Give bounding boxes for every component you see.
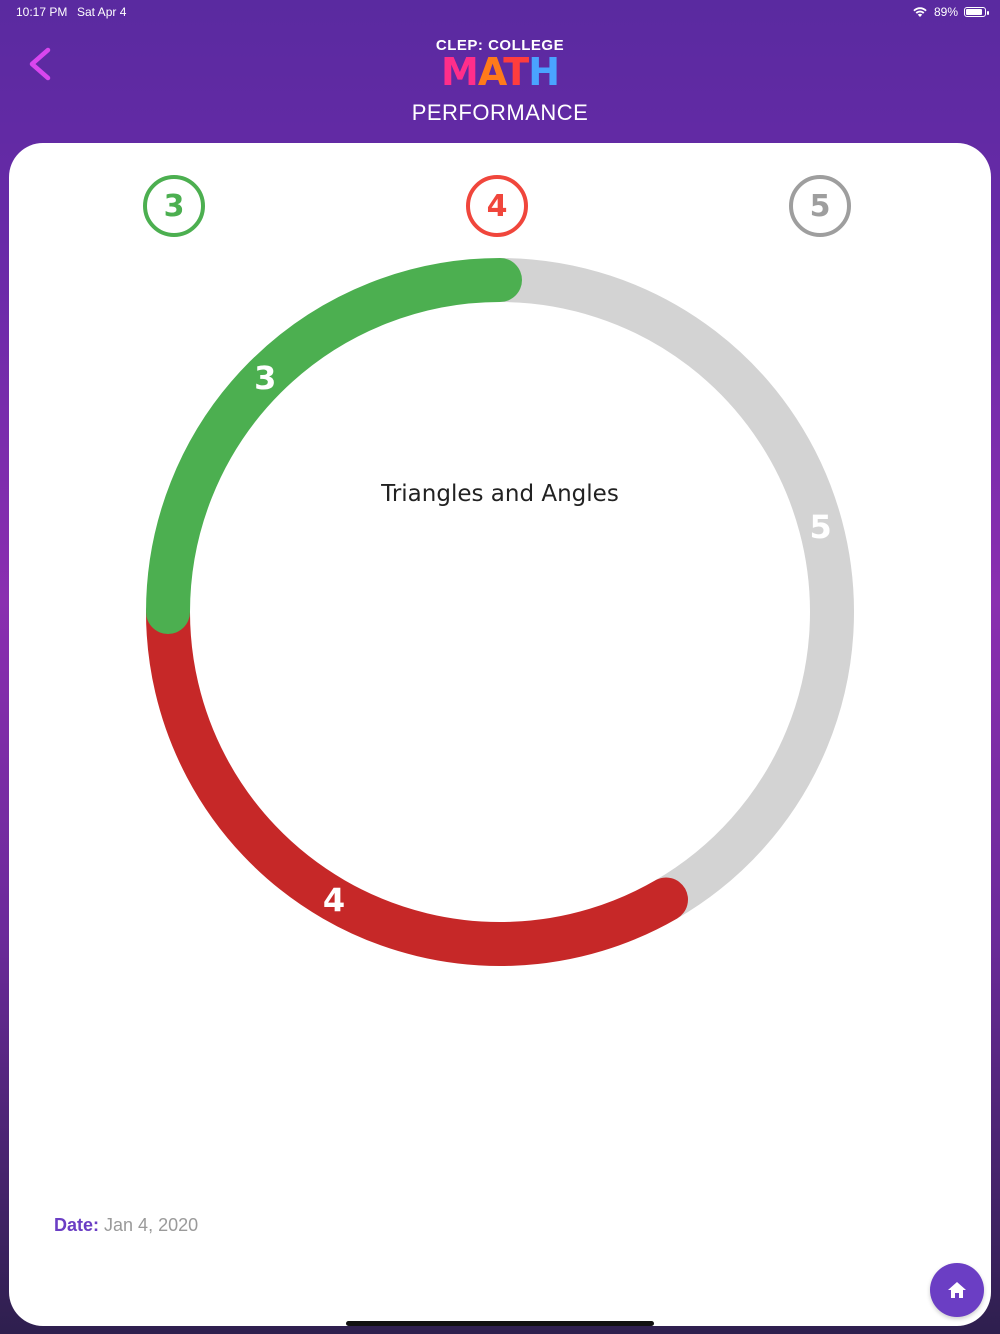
logo-letter-a: A — [477, 50, 504, 94]
date-value: Jan 4, 2020 — [104, 1215, 199, 1235]
date-label: Date: — [54, 1215, 100, 1235]
status-bar: 10:17 PM Sat Apr 4 89% — [0, 0, 1000, 24]
chart-title: Triangles and Angles — [380, 481, 619, 507]
donut-chart: 3 4 5 Triangles and Angles — [146, 258, 854, 966]
battery-icon — [964, 7, 989, 17]
logo-letter-h: H — [528, 50, 560, 94]
donut-segment-3 — [146, 258, 522, 634]
status-date: Sat Apr 4 — [77, 5, 127, 19]
date-row: Date: Jan 4, 2020 — [54, 1215, 198, 1236]
donut-label-3: 3 — [254, 359, 276, 397]
donut-segment-5 — [499, 258, 854, 919]
logo-math: MATH — [0, 50, 1000, 94]
battery-percent: 89% — [933, 5, 958, 19]
donut-label-5: 5 — [810, 508, 832, 546]
wifi-icon — [913, 7, 927, 17]
home-button[interactable] — [930, 1263, 984, 1317]
logo-letter-t: T — [503, 50, 529, 94]
donut-label-4: 4 — [323, 882, 345, 920]
home-icon — [948, 1282, 966, 1298]
performance-card: 3 4 5 3 4 5 Triangles and Angles Date: Jan … — [9, 143, 991, 1326]
page-title: PERFORMANCE — [411, 100, 589, 125]
status-indicators: 89% — [912, 5, 989, 19]
logo-letter-m: M — [440, 50, 479, 94]
donut-segment-4 — [146, 590, 688, 966]
status-time: 10:17 PM — [16, 5, 68, 19]
home-indicator — [346, 1321, 654, 1326]
